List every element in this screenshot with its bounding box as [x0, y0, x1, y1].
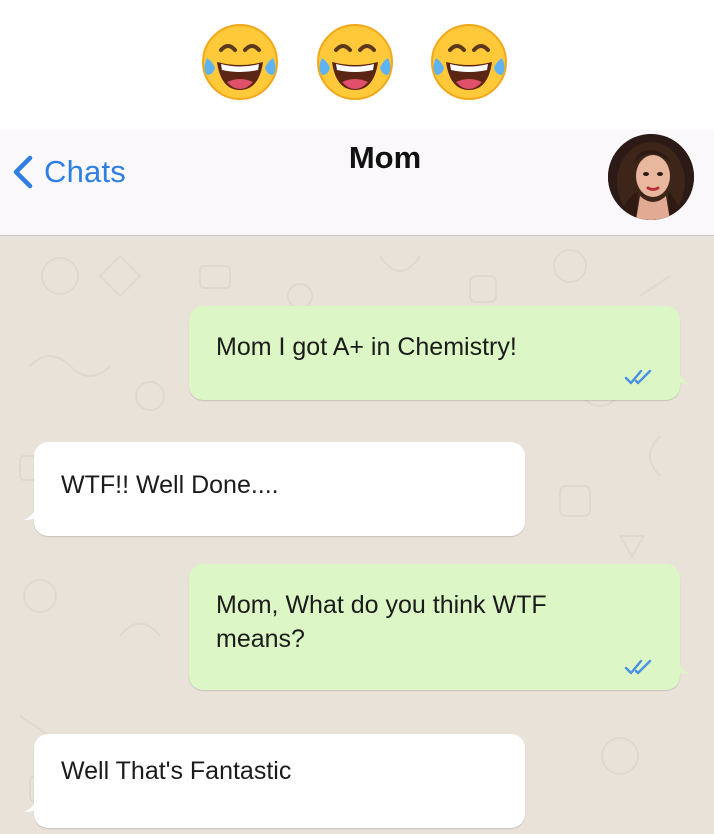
meme-header-area: [0, 0, 714, 130]
face-with-tears-of-joy-icon: [314, 20, 396, 102]
bubble-tail: [24, 796, 38, 812]
double-check-icon: [624, 658, 654, 676]
message-incoming-2[interactable]: Well That's Fantastic: [24, 734, 525, 828]
back-button[interactable]: Chats: [8, 152, 126, 192]
message-outgoing-2[interactable]: Mom, What do you think WTF means?: [189, 564, 690, 690]
message-text: Mom, What do you think WTF means?: [216, 591, 547, 653]
chat-area[interactable]: Mom I got A+ in Chemistry! WTF!! Well Do…: [0, 236, 714, 834]
message-text: Mom I got A+ in Chemistry!: [216, 333, 517, 361]
contact-name: Mom: [348, 140, 422, 175]
chevron-left-icon: [8, 152, 38, 192]
face-with-tears-of-joy-icon: [428, 20, 510, 102]
face-with-tears-of-joy-icon: [199, 20, 281, 102]
bubble-tail: [24, 504, 38, 520]
back-label: Chats: [44, 154, 126, 189]
message-text: WTF!! Well Done....: [61, 471, 279, 499]
message-outgoing-1[interactable]: Mom I got A+ in Chemistry!: [189, 306, 690, 400]
bubble-tail: [676, 658, 690, 674]
bubble-tail: [676, 368, 690, 384]
contact-avatar[interactable]: [608, 134, 694, 220]
message-text: Well That's Fantastic: [61, 757, 292, 785]
emoji-row: [0, 20, 714, 110]
message-incoming-1[interactable]: WTF!! Well Done....: [24, 442, 525, 536]
chat-header: Chats Mom: [0, 130, 714, 236]
double-check-icon: [624, 368, 654, 386]
